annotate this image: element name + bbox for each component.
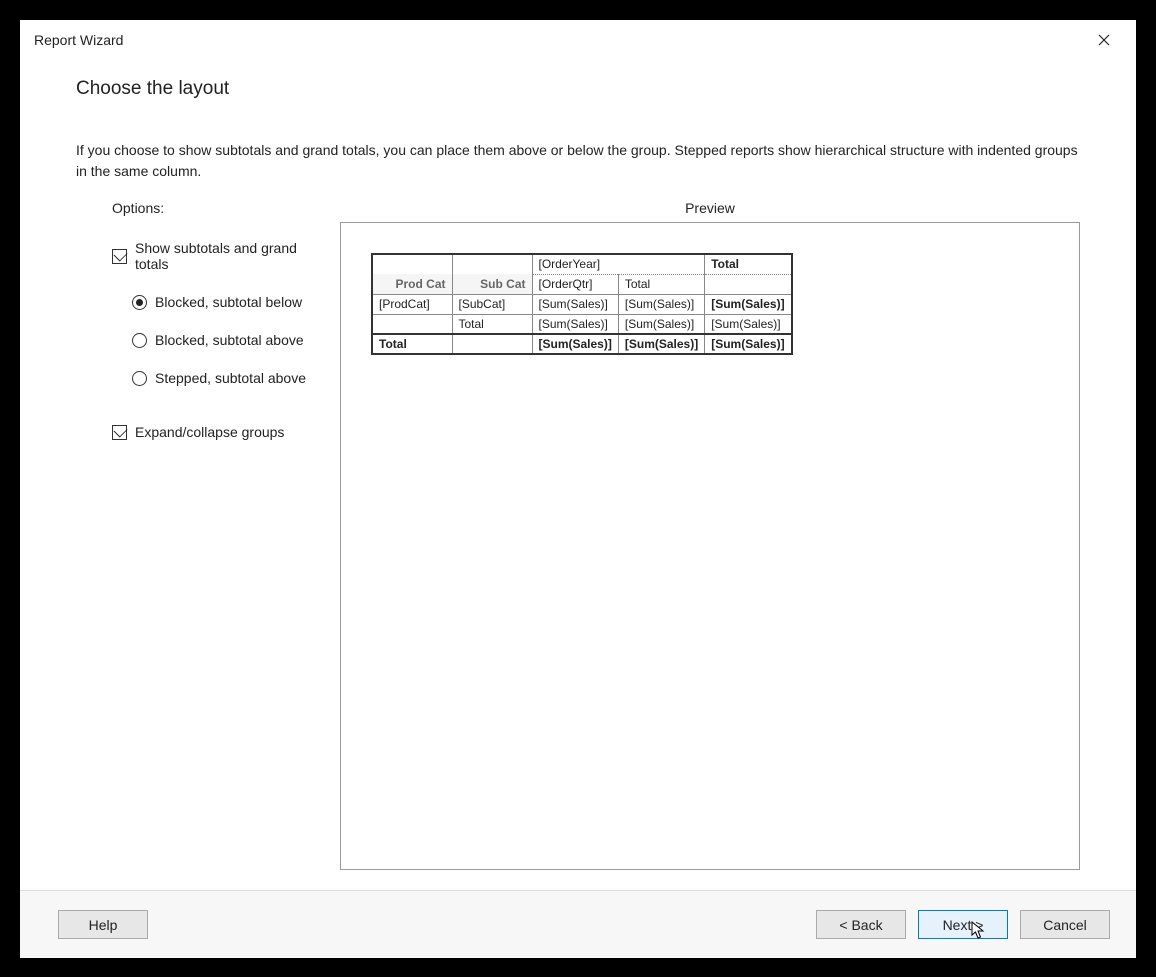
radio-blocked-above-row[interactable]: Blocked, subtotal above — [132, 332, 326, 348]
show-subtotals-checkbox[interactable] — [112, 249, 127, 264]
cell-subcat-head: Sub Cat — [452, 274, 532, 294]
options-label: Options: — [76, 200, 326, 216]
table-row-grandtotal: Total [Sum(Sales)] [Sum(Sales)] [Sum(Sal… — [372, 334, 792, 354]
dialog-content: Choose the layout If you choose to show … — [20, 60, 1136, 890]
back-button[interactable]: < Back — [816, 910, 906, 939]
dialog-title: Report Wizard — [34, 32, 123, 48]
cell-total-inner: Total — [618, 274, 704, 294]
radio-stepped-above-row[interactable]: Stepped, subtotal above — [132, 370, 326, 386]
preview-label: Preview — [340, 200, 1080, 216]
cell-sum3: [Sum(Sales)] — [705, 294, 792, 314]
titlebar: Report Wizard — [20, 20, 1136, 60]
radio-blocked-above[interactable] — [132, 333, 147, 348]
close-icon — [1098, 34, 1110, 46]
cell-sum4: [Sum(Sales)] — [532, 314, 618, 334]
cell-sum2: [Sum(Sales)] — [618, 294, 704, 314]
radio-blocked-below-row[interactable]: Blocked, subtotal below — [132, 294, 326, 310]
radio-stepped-above-label: Stepped, subtotal above — [155, 370, 306, 386]
next-button[interactable]: Next > — [918, 910, 1008, 939]
cell-sum9: [Sum(Sales)] — [705, 334, 792, 354]
preview-box: [OrderYear] Total Prod Cat Sub Cat [Orde… — [340, 222, 1080, 870]
radio-blocked-above-label: Blocked, subtotal above — [155, 332, 304, 348]
close-button[interactable] — [1084, 25, 1124, 55]
preview-panel: Preview [OrderYear] Total Prod Cat — [340, 200, 1080, 870]
cell-sum7: [Sum(Sales)] — [532, 334, 618, 354]
radio-stepped-above[interactable] — [132, 371, 147, 386]
cell-prodcat-head: Prod Cat — [372, 274, 452, 294]
table-row: Total [Sum(Sales)] [Sum(Sales)] [Sum(Sal… — [372, 314, 792, 334]
cell-grandtotal-label: Total — [372, 334, 452, 354]
report-wizard-dialog: Report Wizard Choose the layout If you c… — [20, 20, 1136, 958]
preview-table: [OrderYear] Total Prod Cat Sub Cat [Orde… — [371, 253, 793, 355]
page-heading: Choose the layout — [76, 78, 1080, 100]
page-description: If you choose to show subtotals and gran… — [76, 140, 1080, 182]
cell-sum5: [Sum(Sales)] — [618, 314, 704, 334]
cell-subcat: [SubCat] — [452, 294, 532, 314]
next-button-label: Next > — [943, 917, 984, 933]
cell-orderqtr: [OrderQtr] — [532, 274, 618, 294]
cell-orderyear: [OrderYear] — [532, 254, 705, 274]
radio-blocked-below-label: Blocked, subtotal below — [155, 294, 302, 310]
table-row: [OrderYear] Total — [372, 254, 792, 274]
cell-subtotal-label: Total — [452, 314, 532, 334]
table-row: Prod Cat Sub Cat [OrderQtr] Total — [372, 274, 792, 294]
cancel-button[interactable]: Cancel — [1020, 910, 1110, 939]
cell-total-col: Total — [705, 254, 792, 274]
expand-collapse-label: Expand/collapse groups — [135, 424, 284, 440]
cell-sum8: [Sum(Sales)] — [618, 334, 704, 354]
dialog-footer: Help < Back Next > Cancel — [20, 890, 1136, 958]
cell-sum1: [Sum(Sales)] — [532, 294, 618, 314]
table-row: [ProdCat] [SubCat] [Sum(Sales)] [Sum(Sal… — [372, 294, 792, 314]
expand-collapse-checkbox[interactable] — [112, 425, 127, 440]
expand-collapse-checkbox-row[interactable]: Expand/collapse groups — [112, 424, 326, 440]
show-subtotals-label: Show subtotals and grand totals — [135, 240, 326, 272]
help-button[interactable]: Help — [58, 910, 148, 939]
show-subtotals-checkbox-row[interactable]: Show subtotals and grand totals — [112, 240, 326, 272]
radio-blocked-below[interactable] — [132, 295, 147, 310]
cell-sum6: [Sum(Sales)] — [705, 314, 792, 334]
options-panel: Options: Show subtotals and grand totals… — [76, 200, 336, 870]
cell-prodcat: [ProdCat] — [372, 294, 452, 314]
